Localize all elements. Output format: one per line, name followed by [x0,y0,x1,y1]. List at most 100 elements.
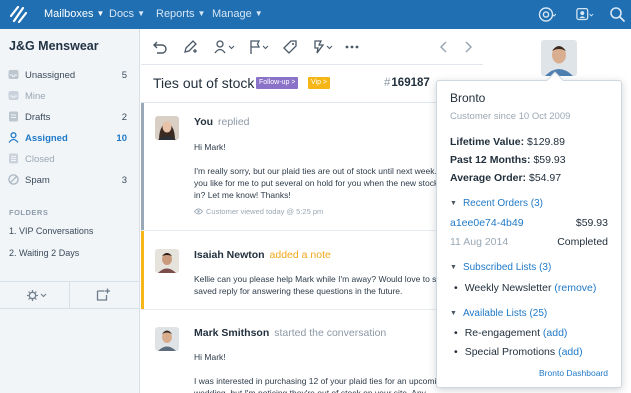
stat-value: $59.93 [533,154,566,166]
folder-spam[interactable]: Spam 3 [0,171,139,191]
nav-manage[interactable]: Manage ▼ [212,8,263,20]
subscribed-lists-toggle[interactable]: ▼ Subscribed Lists (3) [450,262,551,273]
help-icon[interactable] [538,6,556,23]
folder-drafts[interactable]: Drafts 2 [0,108,139,128]
add-link[interactable]: (add) [543,327,568,339]
logo-icon[interactable] [10,6,27,23]
folder-unassigned[interactable]: Unassigned 5 [0,66,139,86]
stat-label: Average Order: [450,172,527,184]
inbox-icon [8,70,19,79]
order-date: 11 Aug 2014 [450,236,509,248]
folder-label: Assigned [25,133,68,144]
caret-down-icon: ▼ [450,200,457,207]
recent-orders-toggle[interactable]: ▼ Recent Orders (3) [450,198,543,209]
search-icon[interactable] [609,6,627,23]
order-amount: $59.93 [575,217,608,229]
section-label: Available Lists (25) [462,308,548,319]
spam-icon [8,174,19,185]
drafts-icon [9,111,18,122]
next-icon[interactable] [460,39,476,55]
number-prefix: # [384,77,391,89]
chevron-down-icon: ▼ [96,9,105,18]
folder-label: Unassigned [25,70,76,81]
folder-label: Drafts [25,112,51,123]
add-link[interactable]: (add) [558,346,583,358]
chevron-down-icon: ▼ [137,9,145,18]
author-action: started the conversation [274,327,387,339]
message-author: Isaiah Newton added a note [194,249,331,261]
folders-heading: FOLDERS [9,208,49,217]
folder-label: Mine [25,91,46,102]
tag-vip[interactable]: Vip > [308,77,331,89]
flag-icon[interactable] [248,39,270,55]
folder-vip-conversations[interactable]: 1. VIP Conversations [9,226,93,236]
nav-reports-label: Reports [156,8,195,20]
viewed-text: Customer viewed today @ 5:25 pm [206,207,324,216]
folder-count: 3 [121,175,127,186]
nav-docs[interactable]: Docs ▼ [109,8,145,20]
archive-icon [9,153,18,164]
top-navigation: Mailboxes ▼ Docs ▼ Reports ▼ Manage ▼ [0,0,631,29]
folder-waiting-2-days[interactable]: 2. Waiting 2 Days [9,248,79,258]
folder-closed[interactable]: Closed [0,150,139,170]
edit-icon[interactable] [182,39,198,55]
stat-lifetime-value: Lifetime Value: $129.89 [450,136,565,148]
subscribed-list-item: Weekly Newsletter (remove) [454,282,597,294]
more-icon[interactable] [344,39,360,55]
conversation-number: #169187 [384,77,430,89]
available-lists-toggle[interactable]: ▼ Available Lists (25) [450,308,547,319]
person-icon [8,132,19,143]
thread-item-reply: You replied 3 Hi Mark! I'm really sorry,… [141,103,483,231]
stat-value: $54.97 [528,172,562,184]
reply-stripe [141,103,144,230]
folder-label: Closed [25,154,55,165]
undo-icon[interactable] [152,39,168,55]
nav-manage-label: Manage [212,8,252,20]
author-name: Mark Smithson [194,327,270,339]
available-list-item: Re-engagement (add) [454,327,568,339]
stat-average-order: Average Order: $54.97 [450,172,561,184]
customer-profile-popover: Bronto Customer since 10 Oct 2009 Lifeti… [436,71,622,388]
dashboard-link[interactable]: Bronto Dashboard [539,368,608,378]
avatar [155,116,179,140]
folder-assigned[interactable]: Assigned 10 [0,129,139,149]
conversation-title[interactable]: Ties out of stock [153,75,254,91]
customer-avatar[interactable] [541,40,577,76]
gear-icon[interactable] [26,289,48,302]
folder-count: 2 [121,112,127,123]
message-author: You replied [194,116,250,128]
conversation-header: Ties out of stock Follow-up > Vip > #169… [141,65,483,103]
list-name: Weekly Newsletter [464,282,552,294]
folder-count: 5 [121,70,127,81]
assign-icon[interactable] [214,39,236,55]
note-stripe [141,231,144,309]
caret-down-icon: ▼ [450,264,457,271]
author-name: You [194,116,214,128]
mailbox-name[interactable]: J&G Menswear [9,39,99,53]
folder-label: Spam [25,175,50,186]
account-icon[interactable] [576,6,594,23]
remove-link[interactable]: (remove) [554,282,596,294]
order-id-link[interactable]: a1ee0e74-4b49 [450,217,524,229]
workflow-icon[interactable] [312,39,334,55]
caret-down-icon: ▼ [450,310,457,317]
tag-icon[interactable] [282,39,298,55]
nav-reports[interactable]: Reports ▼ [156,8,205,20]
nav-mailboxes[interactable]: Mailboxes ▼ [44,8,104,20]
list-name: Special Promotions [464,346,556,358]
folder-mine[interactable]: Mine [0,87,139,107]
new-conversation-icon[interactable] [96,288,110,302]
prev-icon[interactable] [436,39,452,55]
nav-mailboxes-label: Mailboxes [44,8,94,20]
chevron-down-icon: ▼ [197,9,206,18]
list-name: Re-engagement [464,327,540,339]
number-value: 169187 [391,77,430,89]
conversation-toolbar [141,29,483,65]
thread-item-customer: Mark Smithson started the conversation H… [141,310,483,393]
chevron-down-icon: ▼ [254,9,263,18]
author-name: Isaiah Newton [194,249,265,261]
avatar [155,249,179,273]
tag-follow-up[interactable]: Follow-up > [256,77,299,89]
sidebar-footer [0,281,139,309]
stat-value: $129.89 [527,136,565,148]
